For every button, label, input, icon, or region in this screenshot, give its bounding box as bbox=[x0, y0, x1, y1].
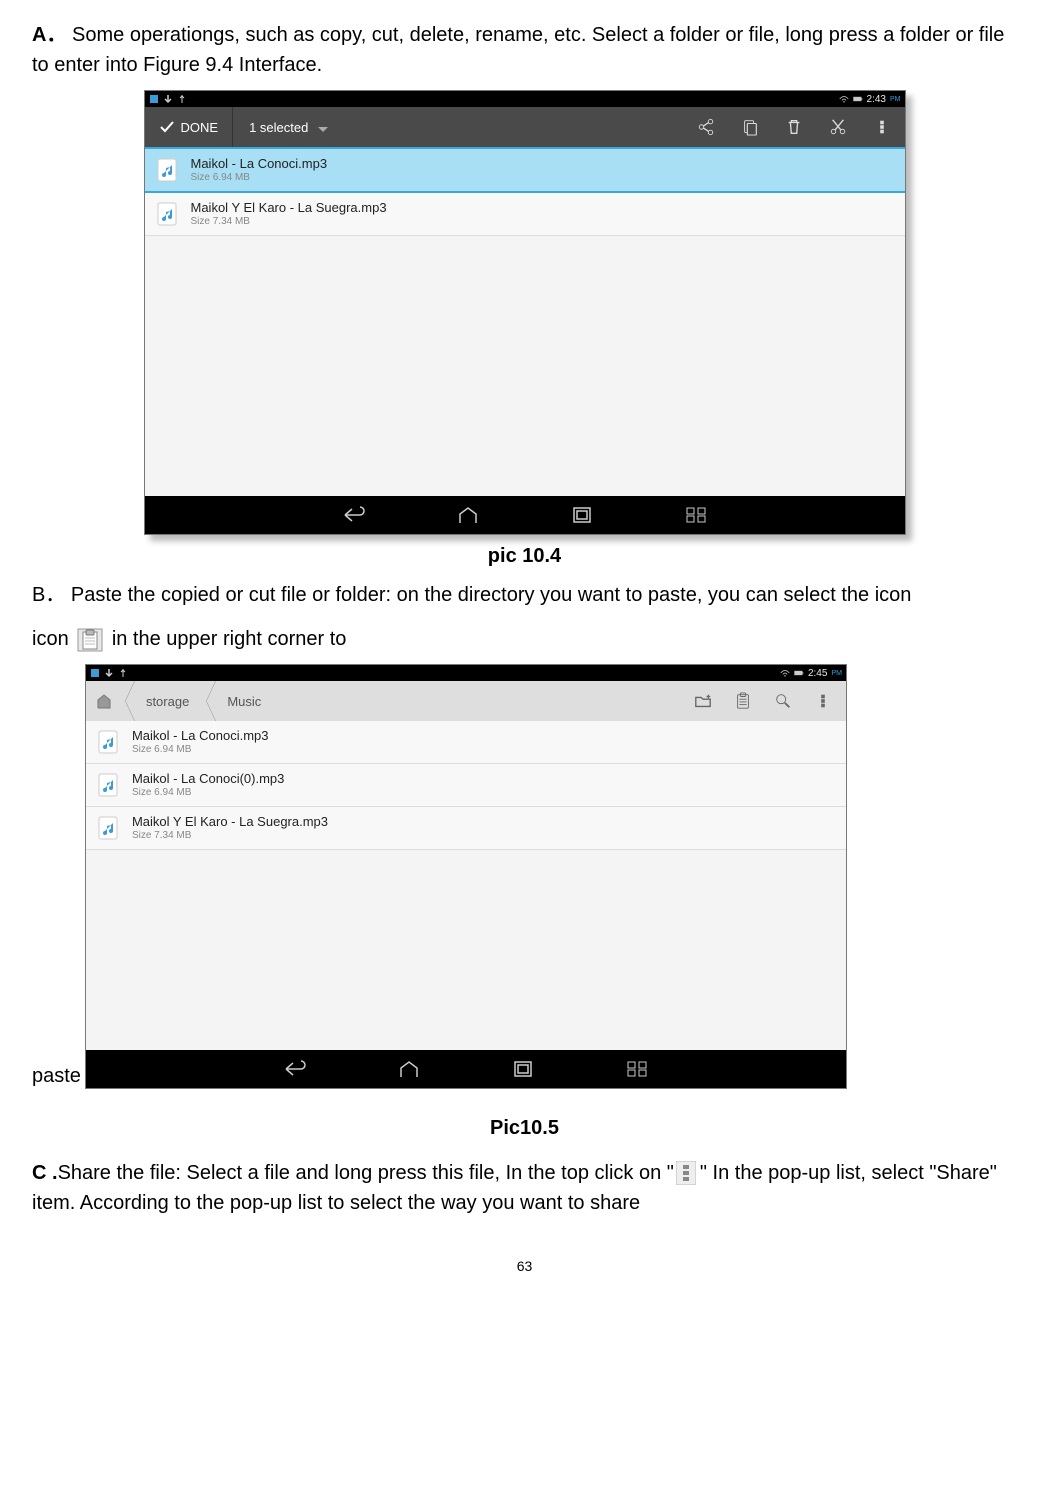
recent-nav-icon[interactable] bbox=[511, 1059, 535, 1079]
status-bar: 2:45 PM bbox=[86, 665, 846, 681]
status-time: 2:43 bbox=[867, 94, 886, 105]
page-number: 63 bbox=[32, 1258, 1017, 1274]
music-file-icon bbox=[96, 729, 122, 755]
status-ampm: PM bbox=[890, 96, 901, 103]
music-file-icon bbox=[155, 201, 181, 227]
notification-icon bbox=[149, 94, 159, 104]
overflow-menu-icon[interactable] bbox=[873, 118, 891, 136]
file-row[interactable]: Maikol Y El Karo - La Suegra.mp3 Size 7.… bbox=[145, 193, 905, 236]
contextual-action-bar: DONE 1 selected bbox=[145, 107, 905, 147]
file-row[interactable]: Maikol - La Conoci.mp3 Size 6.94 MB bbox=[86, 721, 846, 764]
section-a-paragraph: A． Some operationgs, such as copy, cut, … bbox=[32, 20, 1017, 80]
screenshot-nav-icon[interactable] bbox=[684, 505, 708, 525]
recent-nav-icon[interactable] bbox=[570, 505, 594, 525]
back-nav-icon[interactable] bbox=[342, 505, 366, 525]
file-name: Maikol - La Conoci.mp3 bbox=[191, 157, 328, 172]
empty-area bbox=[86, 850, 846, 1050]
file-row[interactable]: Maikol Y El Karo - La Suegra.mp3 Size 7.… bbox=[86, 807, 846, 850]
status-ampm: PM bbox=[831, 670, 842, 677]
status-time: 2:45 bbox=[808, 668, 827, 679]
breadcrumb-toolbar: storage Music bbox=[86, 681, 846, 721]
notification-icon bbox=[90, 668, 100, 678]
file-size: Size 7.34 MB bbox=[191, 216, 387, 228]
section-a-label: A． bbox=[32, 24, 66, 46]
file-size: Size 6.94 MB bbox=[191, 172, 328, 184]
done-label: DONE bbox=[181, 120, 219, 135]
music-file-icon bbox=[96, 772, 122, 798]
file-size: Size 7.34 MB bbox=[132, 830, 328, 842]
file-name: Maikol Y El Karo - La Suegra.mp3 bbox=[191, 201, 387, 216]
section-b-text2: in the upper right corner to bbox=[112, 628, 347, 650]
section-c-label: C . bbox=[32, 1162, 58, 1184]
home-nav-icon[interactable] bbox=[456, 505, 480, 525]
overflow-menu-inline-icon bbox=[676, 1161, 698, 1187]
home-icon bbox=[95, 692, 113, 710]
breadcrumb-item[interactable]: Music bbox=[203, 681, 275, 721]
section-b-paragraph-2: icon in the upper right corner to bbox=[32, 624, 1017, 654]
share-icon[interactable] bbox=[697, 118, 715, 136]
file-row[interactable]: Maikol - La Conoci(0).mp3 Size 6.94 MB bbox=[86, 764, 846, 807]
selection-label: 1 selected bbox=[249, 120, 308, 135]
file-list: Maikol - La Conoci.mp3 Size 6.94 MB Maik… bbox=[86, 721, 846, 850]
delete-icon[interactable] bbox=[785, 118, 803, 136]
dropdown-triangle-icon bbox=[318, 127, 328, 132]
check-icon bbox=[159, 119, 175, 135]
home-breadcrumb[interactable] bbox=[86, 681, 122, 721]
music-file-icon bbox=[96, 815, 122, 841]
home-nav-icon[interactable] bbox=[397, 1059, 421, 1079]
wifi-icon bbox=[839, 94, 849, 104]
download-icon bbox=[163, 94, 173, 104]
empty-area bbox=[145, 236, 905, 496]
screenshot-nav-icon[interactable] bbox=[625, 1059, 649, 1079]
search-icon[interactable] bbox=[774, 692, 792, 710]
battery-icon bbox=[853, 94, 863, 104]
cut-icon[interactable] bbox=[829, 118, 847, 136]
system-nav-bar bbox=[145, 496, 905, 534]
selection-count-dropdown[interactable]: 1 selected bbox=[233, 120, 696, 135]
section-c-text1: Share the file: Select a file and long p… bbox=[58, 1162, 674, 1184]
figure-2-caption: Pic10.5 bbox=[32, 1117, 1017, 1140]
status-bar: 2:43 PM bbox=[145, 91, 905, 107]
section-c-paragraph: C .Share the file: Select a file and lon… bbox=[32, 1158, 1017, 1218]
file-name: Maikol Y El Karo - La Suegra.mp3 bbox=[132, 815, 328, 830]
overflow-menu-icon[interactable] bbox=[814, 692, 832, 710]
figure-1-screenshot: 2:43 PM DONE 1 selected Maikol - La Cono… bbox=[144, 90, 906, 535]
clipboard-inline-icon bbox=[76, 627, 104, 653]
section-b-text1: Paste the copied or cut file or folder: … bbox=[71, 584, 911, 606]
file-row[interactable]: Maikol - La Conoci.mp3 Size 6.94 MB bbox=[145, 147, 905, 193]
file-name: Maikol - La Conoci(0).mp3 bbox=[132, 772, 284, 787]
usb-icon bbox=[177, 94, 187, 104]
download-icon bbox=[104, 668, 114, 678]
done-button[interactable]: DONE bbox=[145, 107, 234, 147]
wifi-icon bbox=[780, 668, 790, 678]
file-size: Size 6.94 MB bbox=[132, 744, 269, 756]
paste-icon[interactable] bbox=[734, 692, 752, 710]
music-file-icon bbox=[155, 157, 181, 183]
system-nav-bar bbox=[86, 1050, 846, 1088]
figure-2-screenshot: 2:45 PM storage Music Maikol - La Co bbox=[85, 664, 847, 1089]
copy-icon[interactable] bbox=[741, 118, 759, 136]
section-b-icon-word: icon bbox=[32, 628, 74, 650]
section-a-text: Some operationgs, such as copy, cut, del… bbox=[32, 24, 1004, 76]
section-b-label: B． bbox=[32, 584, 65, 606]
file-size: Size 6.94 MB bbox=[132, 787, 284, 799]
section-b-paragraph-1: B． Paste the copied or cut file or folde… bbox=[32, 580, 1017, 610]
breadcrumb-item[interactable]: storage bbox=[122, 681, 203, 721]
file-name: Maikol - La Conoci.mp3 bbox=[132, 729, 269, 744]
battery-icon bbox=[794, 668, 804, 678]
file-list: Maikol - La Conoci.mp3 Size 6.94 MB Maik… bbox=[145, 147, 905, 236]
back-nav-icon[interactable] bbox=[283, 1059, 307, 1079]
usb-icon bbox=[118, 668, 128, 678]
paste-word: paste bbox=[32, 1061, 81, 1097]
figure-1-caption: pic 10.4 bbox=[32, 545, 1017, 568]
new-folder-icon[interactable] bbox=[694, 692, 712, 710]
